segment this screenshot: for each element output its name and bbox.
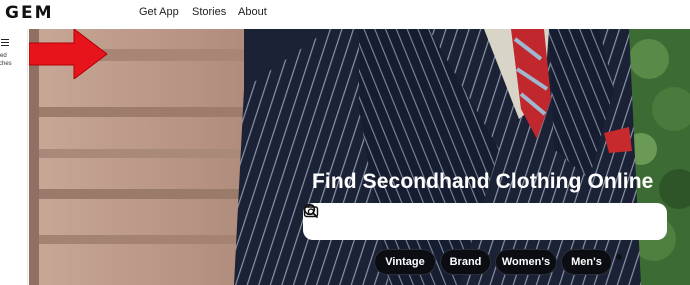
search-bar[interactable] <box>303 203 667 240</box>
red-arrow-annotation <box>29 29 108 79</box>
chip-womens[interactable]: Women's <box>495 249 557 275</box>
chip-vintage[interactable]: Vintage <box>374 249 436 275</box>
hero-title: Find Secondhand Clothing Online <box>312 170 654 193</box>
chip-brand[interactable]: Brand <box>440 249 491 275</box>
saved-searches-label[interactable]: ved rches <box>0 52 21 68</box>
search-input[interactable] <box>335 210 615 232</box>
camera-icon[interactable] <box>303 203 319 219</box>
nav-link-about[interactable]: About <box>238 6 267 18</box>
gem-logo[interactable]: GEM <box>5 3 53 23</box>
hero-photo <box>29 29 690 285</box>
nav-link-stories[interactable]: Stories <box>192 6 226 18</box>
menu-icon[interactable] <box>1 39 9 46</box>
top-nav-bar: GEM Get App Stories About <box>0 0 690 29</box>
nav-link-get-app[interactable]: Get App <box>139 6 179 18</box>
left-sidebar: ved rches <box>0 29 28 285</box>
hero-banner: Find Secondhand Clothing Online Vintage … <box>29 29 690 285</box>
chip-mens[interactable]: Men's <box>561 249 612 275</box>
